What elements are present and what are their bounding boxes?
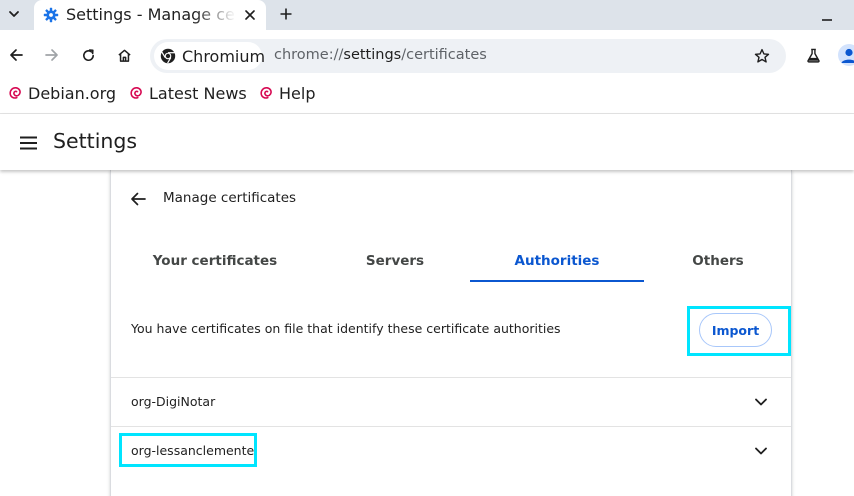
debian-swirl-icon (260, 87, 272, 99)
debian-swirl-icon (9, 87, 21, 99)
forward-button[interactable] (41, 44, 63, 66)
expand-certificate-button[interactable] (751, 392, 771, 412)
person-icon (841, 48, 854, 63)
site-info-chip[interactable]: Chromium (154, 42, 266, 70)
bookmark-latest-news[interactable]: Latest News (123, 81, 253, 105)
profile-avatar-button[interactable] (838, 44, 854, 66)
chevron-down-icon (755, 447, 767, 455)
plus-icon (280, 8, 292, 20)
import-button[interactable]: Import (699, 313, 772, 347)
reload-button[interactable] (77, 44, 99, 66)
tab-close-button[interactable] (241, 6, 259, 24)
minimize-window-button[interactable] (817, 6, 837, 26)
bookmark-debian-org[interactable]: Debian.org (2, 81, 122, 105)
minimize-icon (822, 19, 832, 21)
certificate-name: org-DigiNotar (131, 394, 216, 409)
certificate-name: org-lessanclemente (131, 443, 255, 458)
page-subtitle: Manage certificates (163, 190, 297, 206)
browser-toolbar: Chromium chrome://settings/certificates (0, 30, 854, 80)
browser-tab-settings[interactable]: Settings - Manage certificates (34, 0, 266, 30)
tab-label: Your certificates (152, 253, 278, 269)
tab-strip: Settings - Manage certificates (0, 0, 854, 30)
tab-your-certificates[interactable]: Your certificates (127, 240, 303, 282)
manage-certificates-card: Manage certificates Your certificates Se… (110, 170, 792, 496)
site-info-label: Chromium (182, 47, 266, 66)
debian-swirl-icon (130, 87, 142, 99)
url-text[interactable]: chrome://settings/certificates (274, 47, 487, 63)
bookmark-help[interactable]: Help (253, 81, 321, 105)
flask-icon (806, 48, 820, 63)
hamburger-menu-icon (19, 136, 37, 150)
tab-others[interactable]: Others (653, 240, 783, 282)
url-host: settings (343, 47, 402, 63)
home-icon (117, 49, 131, 62)
omnibox[interactable]: Chromium chrome://settings/certificates (150, 39, 786, 73)
close-icon (245, 10, 255, 20)
page-title: Settings (53, 129, 138, 153)
certificate-row[interactable]: org-lessanclemente (111, 427, 791, 475)
bookmark-label: Latest News (149, 83, 247, 103)
expand-certificate-button[interactable] (751, 441, 771, 461)
back-button[interactable] (5, 44, 27, 66)
url-path: /certificates (401, 47, 487, 63)
arrow-right-icon (45, 49, 58, 61)
tab-label: Authorities (514, 253, 600, 269)
arrow-left-icon (10, 49, 23, 61)
back-to-security-button[interactable] (128, 189, 148, 209)
settings-gear-icon (43, 7, 59, 23)
new-tab-button[interactable] (276, 4, 296, 24)
labs-button[interactable] (802, 44, 824, 66)
tab-servers[interactable]: Servers (312, 240, 478, 282)
url-scheme: chrome:// (274, 47, 344, 63)
authorities-description: You have certificates on file that ident… (131, 321, 561, 336)
tab-label: Servers (365, 253, 425, 269)
bookmark-label: Help (279, 83, 316, 103)
tab-label: Others (692, 253, 744, 269)
main-menu-button[interactable] (17, 132, 39, 154)
bookmark-star-button[interactable] (752, 46, 772, 66)
certificate-tabs: Your certificates Servers Authorities Ot… (127, 240, 777, 282)
chevron-down-icon (755, 398, 767, 406)
chromium-logo-icon (160, 48, 176, 64)
reload-icon (82, 48, 94, 61)
bookmarks-bar: Debian.org Latest News Help (0, 80, 854, 114)
tab-search-button[interactable] (3, 3, 25, 25)
tab-title: Settings - Manage certificates (66, 5, 236, 24)
home-button[interactable] (113, 44, 135, 66)
arrow-left-icon (131, 192, 146, 206)
settings-header: Settings (0, 114, 854, 170)
tab-authorities[interactable]: Authorities (470, 240, 644, 282)
bookmark-label: Debian.org (28, 83, 117, 103)
star-icon (754, 48, 770, 63)
certificate-row[interactable]: org-DigiNotar (111, 378, 791, 426)
active-tab-indicator (470, 280, 644, 282)
chevron-down-icon (9, 11, 19, 17)
